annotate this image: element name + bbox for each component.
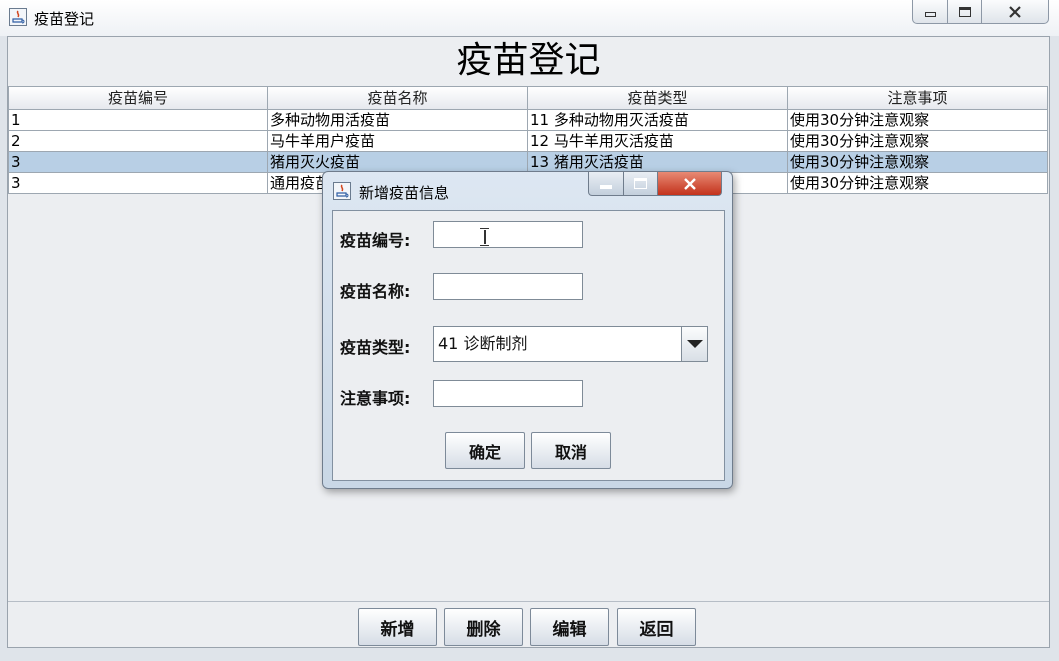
chevron-down-icon [686, 340, 703, 348]
dropdown-arrow-button[interactable] [681, 327, 707, 361]
dialog-form: 疫苗编号: 疫苗名称: 疫苗类型: 41 诊断制剂 注意事项: 确定 取消 [332, 210, 725, 481]
maximize-icon [958, 6, 971, 17]
window-title: 疫苗登记 [34, 10, 95, 28]
close-button[interactable] [982, 0, 1049, 24]
cell-id[interactable]: 3 [8, 152, 268, 173]
edit-button[interactable]: 编辑 [530, 608, 609, 646]
cell-name[interactable]: 猪用灭火疫苗 [268, 152, 528, 173]
cell-type[interactable]: 11 多种动物用灭活疫苗 [528, 110, 788, 131]
cell-id[interactable]: 3 [8, 173, 268, 194]
vaccine-type-selected: 41 诊断制剂 [438, 334, 528, 353]
column-header-id[interactable]: 疫苗编号 [8, 86, 268, 110]
vaccine-id-field[interactable] [433, 221, 583, 248]
dialog-close-button[interactable] [658, 172, 722, 196]
cell-note[interactable]: 使用30分钟注意观察 [788, 110, 1048, 131]
add-button[interactable]: 新增 [358, 608, 437, 646]
table-row-selected[interactable]: 3 猪用灭火疫苗 13 猪用灭活疫苗 使用30分钟注意观察 [8, 152, 1048, 173]
column-header-note[interactable]: 注意事项 [788, 86, 1048, 110]
cell-type[interactable]: 13 猪用灭活疫苗 [528, 152, 788, 173]
vaccine-type-select[interactable]: 41 诊断制剂 [433, 326, 708, 362]
maximize-button[interactable] [948, 0, 982, 24]
vaccine-name-field[interactable] [433, 273, 583, 300]
java-app-icon [333, 182, 351, 200]
vaccine-id-label: 疫苗编号: [340, 231, 411, 250]
column-header-type[interactable]: 疫苗类型 [528, 86, 788, 110]
dialog-minimize-button[interactable] [588, 172, 624, 196]
column-header-name[interactable]: 疫苗名称 [268, 86, 528, 110]
cell-note[interactable]: 使用30分钟注意观察 [788, 173, 1048, 194]
window-title-bar: 疫苗登记 [0, 0, 1059, 36]
note-field[interactable] [433, 380, 583, 407]
cell-note[interactable]: 使用30分钟注意观察 [788, 131, 1048, 152]
add-vaccine-dialog: 新增疫苗信息 疫苗编号: 疫苗名称: 疫苗类型: 41 诊断制剂 注意事项: 确… [322, 171, 733, 489]
cell-name[interactable]: 马牛羊用户疫苗 [268, 131, 528, 152]
close-icon [1009, 5, 1021, 18]
window-controls [912, 0, 1049, 26]
note-label: 注意事项: [340, 389, 411, 408]
close-icon [683, 177, 696, 190]
dialog-title: 新增疫苗信息 [359, 184, 450, 202]
delete-button[interactable]: 删除 [444, 608, 523, 646]
table-row[interactable]: 1 多种动物用活疫苗 11 多种动物用灭活疫苗 使用30分钟注意观察 [8, 110, 1048, 131]
minimize-button[interactable] [912, 0, 948, 24]
cell-id[interactable]: 1 [8, 110, 268, 131]
cell-note[interactable]: 使用30分钟注意观察 [788, 152, 1048, 173]
java-app-icon [9, 8, 27, 26]
table-row[interactable]: 2 马牛羊用户疫苗 12 马牛羊用灭活疫苗 使用30分钟注意观察 [8, 131, 1048, 152]
dialog-maximize-button[interactable] [624, 172, 658, 196]
vaccine-name-label: 疫苗名称: [340, 282, 411, 301]
bottom-divider [8, 601, 1049, 602]
table-header: 疫苗编号 疫苗名称 疫苗类型 注意事项 [8, 86, 1048, 110]
minimize-icon [600, 184, 612, 189]
cell-type[interactable]: 12 马牛羊用灭活疫苗 [528, 131, 788, 152]
page-title: 疫苗登记 [456, 40, 601, 81]
cancel-button[interactable]: 取消 [531, 432, 611, 469]
cell-id[interactable]: 2 [8, 131, 268, 152]
cell-name[interactable]: 多种动物用活疫苗 [268, 110, 528, 131]
maximize-icon [634, 178, 647, 189]
confirm-button[interactable]: 确定 [445, 432, 525, 469]
back-button[interactable]: 返回 [617, 608, 696, 646]
dialog-window-controls [588, 172, 722, 198]
minimize-icon [924, 12, 936, 17]
text-cursor-icon [480, 228, 490, 246]
vaccine-type-label: 疫苗类型: [340, 338, 411, 357]
